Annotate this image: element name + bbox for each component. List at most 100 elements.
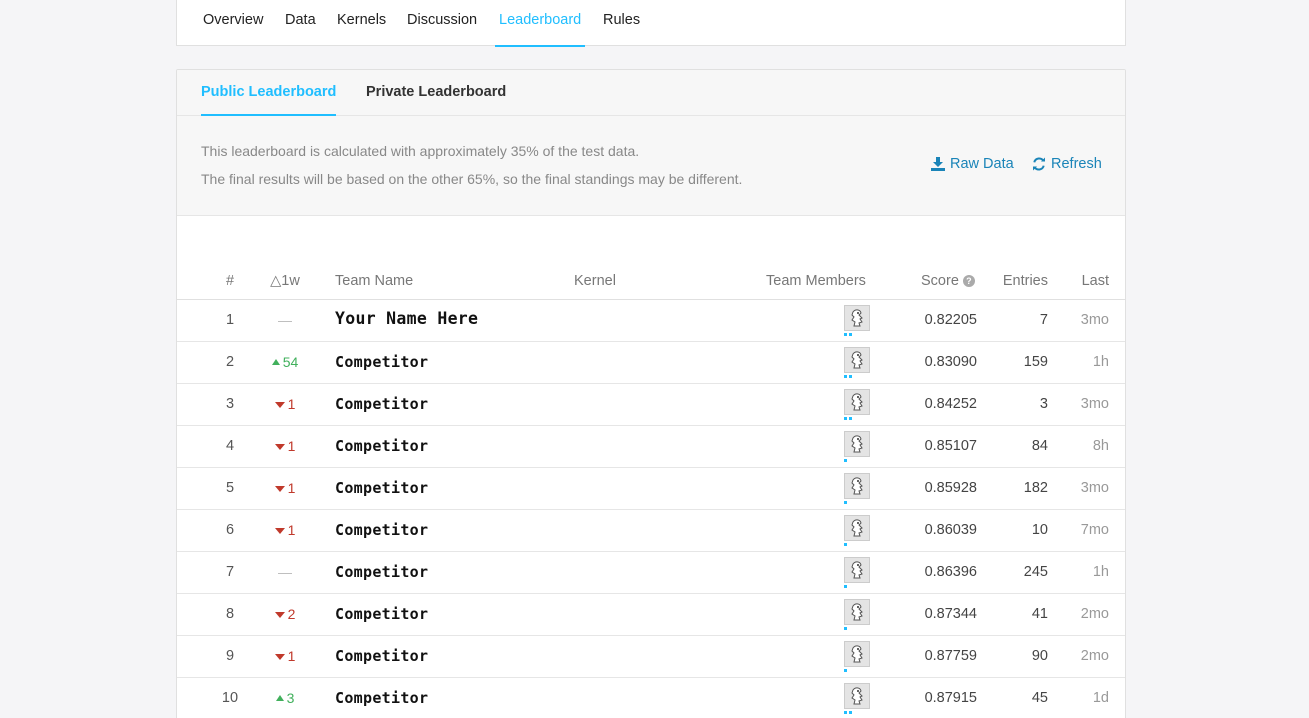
table-row[interactable]: 1 — Your Name Here 0.82205 7 3mo: [177, 300, 1125, 342]
rank-change: 1: [263, 438, 307, 454]
rank: 9: [225, 648, 235, 664]
rank: 7: [225, 564, 235, 580]
tab-private-leaderboard[interactable]: Private Leaderboard: [366, 84, 506, 116]
member-avatar-icon[interactable]: [844, 389, 870, 415]
table-row[interactable]: 5 1 Competitor 0.85928 182 3mo: [177, 468, 1125, 510]
tab-discussion[interactable]: Discussion: [407, 12, 477, 46]
last-submission: 3mo: [1080, 312, 1109, 328]
entries: 159: [1023, 354, 1048, 370]
team-name[interactable]: Competitor: [335, 395, 428, 413]
score: 0.85928: [924, 480, 977, 496]
rank-change: 1: [263, 396, 307, 412]
tab-leaderboard[interactable]: Leaderboard: [494, 12, 586, 47]
rank-change: —: [263, 564, 307, 580]
member-dot: [844, 585, 847, 588]
raw-data-button[interactable]: Raw Data: [931, 156, 1014, 172]
member-dots: [844, 627, 847, 631]
member-avatar-icon[interactable]: [844, 557, 870, 583]
col-rank[interactable]: #: [215, 273, 245, 289]
table-row[interactable]: 6 1 Competitor 0.86039 10 7mo: [177, 510, 1125, 552]
col-kernel[interactable]: Kernel: [574, 273, 616, 289]
team-name[interactable]: Competitor: [335, 521, 428, 539]
table-row[interactable]: 7 — Competitor 0.86396 245 1h: [177, 552, 1125, 594]
rank: 4: [225, 438, 235, 454]
team-name[interactable]: Competitor: [335, 647, 428, 665]
rank: 10: [221, 690, 239, 706]
table-row[interactable]: 8 2 Competitor 0.87344 41 2mo: [177, 594, 1125, 636]
last-submission: 3mo: [1080, 396, 1109, 412]
tab-overview[interactable]: Overview: [203, 12, 263, 46]
col-last[interactable]: Last: [1057, 273, 1109, 289]
member-avatar-icon[interactable]: [844, 599, 870, 625]
download-icon: [931, 157, 945, 171]
info-line-1: This leaderboard is calculated with appr…: [201, 143, 640, 159]
col-score[interactable]: Score?: [921, 273, 975, 289]
team-name[interactable]: Competitor: [335, 437, 428, 455]
rank-change: 1: [263, 480, 307, 496]
competition-nav: Overview Data Kernels Discussion Leaderb…: [176, 0, 1126, 47]
arrow-down-icon: [274, 444, 285, 450]
member-dot: [849, 711, 852, 714]
member-dot: [849, 375, 852, 378]
team-name[interactable]: Competitor: [335, 689, 428, 707]
score: 0.86396: [924, 564, 977, 580]
delta-value: 1: [287, 522, 296, 538]
team-name[interactable]: Competitor: [335, 563, 428, 581]
team-name[interactable]: Competitor: [335, 605, 428, 623]
last-submission: 2mo: [1080, 648, 1109, 664]
rank: 8: [225, 606, 235, 622]
rank-change: 2: [263, 606, 307, 622]
score: 0.87915: [924, 690, 977, 706]
col-team-members[interactable]: Team Members: [766, 273, 866, 289]
table-row[interactable]: 2 54 Competitor 0.83090 159 1h: [177, 342, 1125, 384]
member-avatar-icon[interactable]: [844, 515, 870, 541]
col-entries[interactable]: Entries: [987, 273, 1048, 289]
info-line-2: The final results will be based on the o…: [201, 171, 743, 187]
team-name[interactable]: Competitor: [335, 353, 428, 371]
delta-value: 3: [286, 690, 295, 706]
arrow-down-icon: [274, 612, 285, 618]
last-submission: 7mo: [1080, 522, 1109, 538]
entries: 84: [1031, 438, 1048, 454]
member-avatar-icon[interactable]: [844, 347, 870, 373]
team-name[interactable]: Your Name Here: [335, 309, 478, 328]
team-name[interactable]: Competitor: [335, 479, 428, 497]
col-team-name[interactable]: Team Name: [335, 273, 413, 289]
tab-rules[interactable]: Rules: [603, 12, 640, 46]
table-row[interactable]: 9 1 Competitor 0.87759 90 2mo: [177, 636, 1125, 678]
leaderboard-panel: Public Leaderboard Private Leaderboard T…: [176, 69, 1126, 718]
rank-change: 3: [263, 690, 307, 706]
refresh-label: Refresh: [1051, 156, 1102, 172]
entries: 3: [1039, 396, 1048, 412]
member-avatar-icon[interactable]: [844, 683, 870, 709]
refresh-button[interactable]: Refresh: [1032, 156, 1102, 172]
delta-value: —: [278, 564, 292, 580]
table-row[interactable]: 10 3 Competitor 0.87915 45 1d: [177, 678, 1125, 718]
tab-public-leaderboard[interactable]: Public Leaderboard: [201, 84, 337, 116]
entries: 245: [1023, 564, 1048, 580]
member-dot: [844, 669, 847, 672]
tab-data[interactable]: Data: [285, 12, 316, 46]
tab-kernels[interactable]: Kernels: [337, 12, 386, 46]
member-dot: [844, 375, 847, 378]
arrow-down-icon: [274, 654, 285, 660]
member-avatar-icon[interactable]: [844, 431, 870, 457]
member-dot: [849, 333, 852, 336]
last-submission: 1d: [1092, 690, 1109, 706]
member-avatar-icon[interactable]: [844, 641, 870, 667]
member-dot: [844, 501, 847, 504]
question-circle-icon[interactable]: ?: [962, 275, 975, 287]
delta-value: 1: [287, 438, 296, 454]
table-row[interactable]: 4 1 Competitor 0.85107 84 8h: [177, 426, 1125, 468]
table-row[interactable]: 3 1 Competitor 0.84252 3 3mo: [177, 384, 1125, 426]
last-submission: 3mo: [1080, 480, 1109, 496]
leaderboard-tabs: Public Leaderboard Private Leaderboard: [177, 70, 1125, 116]
member-dots: [844, 543, 847, 547]
member-avatar-icon[interactable]: [844, 473, 870, 499]
last-submission: 8h: [1092, 438, 1109, 454]
col-delta[interactable]: △1w: [263, 273, 307, 289]
delta-value: 2: [287, 606, 296, 622]
entries: 90: [1031, 648, 1048, 664]
leaderboard-info: This leaderboard is calculated with appr…: [177, 116, 1125, 216]
member-avatar-icon[interactable]: [844, 305, 870, 331]
